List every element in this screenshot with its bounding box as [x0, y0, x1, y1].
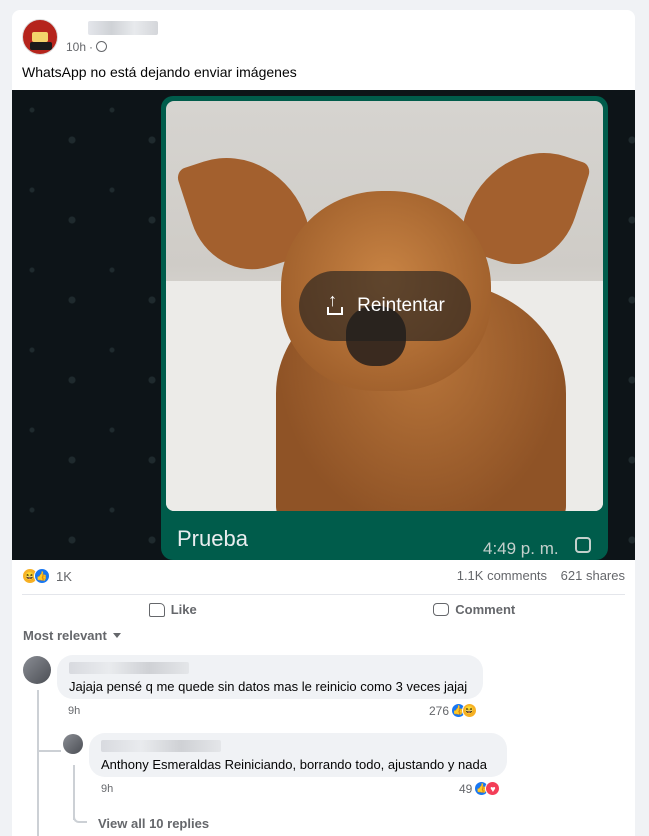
upload-icon [325, 290, 345, 316]
post-stats: 😆 👍 1K 1.1K comments 621 shares [22, 568, 625, 584]
reaction-summary[interactable]: 😆 👍 1K [22, 568, 72, 584]
comments-count[interactable]: 1.1K comments [457, 568, 547, 583]
haha-reaction-icon: 😆 [462, 703, 478, 718]
replier-name-blurred[interactable] [101, 740, 221, 752]
reply-thread-connector [73, 810, 87, 823]
comment-icon [433, 603, 450, 616]
page-avatar[interactable] [22, 19, 58, 55]
reactions-count: 1K [56, 568, 72, 584]
reply-reactions[interactable]: 49 👍 ♥ [459, 781, 501, 796]
reply-time[interactable]: 9h [101, 783, 113, 795]
thread-line [37, 690, 39, 836]
post-meta: 10h · [66, 20, 158, 54]
comment-button[interactable]: Comment [324, 595, 626, 624]
globe-icon [96, 41, 108, 52]
reply-text: Anthony Esmeraldas Reiniciando, borrando… [101, 757, 487, 772]
pending-clock-icon [575, 537, 591, 553]
post-actions: Like Comment [22, 594, 625, 624]
reply-avatar[interactable] [63, 734, 83, 754]
author-name-blurred[interactable] [88, 20, 158, 35]
dog-photo: Reintentar [166, 101, 603, 511]
like-label: Like [170, 602, 197, 617]
thumbs-up-icon [148, 602, 165, 617]
comment-time[interactable]: 9h [68, 705, 80, 717]
shares-count[interactable]: 621 shares [561, 568, 625, 583]
post-image[interactable]: Reintentar Prueba 4:49 p. m. [12, 90, 635, 560]
post-header: 10h · [22, 19, 158, 55]
post-text: WhatsApp no está dejando enviar imágenes [22, 64, 297, 80]
like-button[interactable]: Like [22, 595, 324, 624]
comment-reactions-count: 276 [429, 703, 450, 718]
reply-bubble: Anthony Esmeraldas Reiniciando, borrando… [89, 733, 507, 777]
view-all-replies-link[interactable]: View all 10 replies [98, 816, 209, 831]
thread-connector [37, 738, 61, 752]
retry-label: Reintentar [357, 295, 445, 316]
commenter-avatar[interactable] [23, 656, 51, 684]
time-separator: · [89, 39, 94, 54]
chevron-down-icon [112, 633, 121, 638]
post-time-line: 10h · [66, 40, 158, 54]
message-caption: Prueba [177, 526, 248, 551]
post-time[interactable]: 10h [66, 40, 86, 54]
like-reaction-icon: 👍 [34, 568, 50, 584]
retry-button: Reintentar [299, 271, 471, 341]
reply-reactions-count: 49 [459, 781, 473, 796]
commenter-name-blurred[interactable] [69, 662, 189, 674]
message-time: 4:49 p. m. [483, 539, 559, 558]
comment-bubble: Jajaja pensé q me quede sin datos mas le… [57, 655, 483, 699]
sort-label: Most relevant [23, 628, 107, 643]
comment-text: Jajaja pensé q me quede sin datos mas le… [69, 679, 468, 694]
whatsapp-message-bubble: Reintentar Prueba 4:49 p. m. [161, 96, 608, 560]
post-card: 10h · WhatsApp no está dejando enviar im… [12, 10, 635, 836]
stats-right: 1.1K comments 621 shares [447, 568, 625, 584]
comment-reactions[interactable]: 276 👍 😆 [429, 703, 478, 718]
comment-sort-dropdown[interactable]: Most relevant [23, 628, 121, 643]
comment-label: Comment [455, 602, 516, 617]
love-reaction-icon: ♥ [485, 781, 501, 796]
